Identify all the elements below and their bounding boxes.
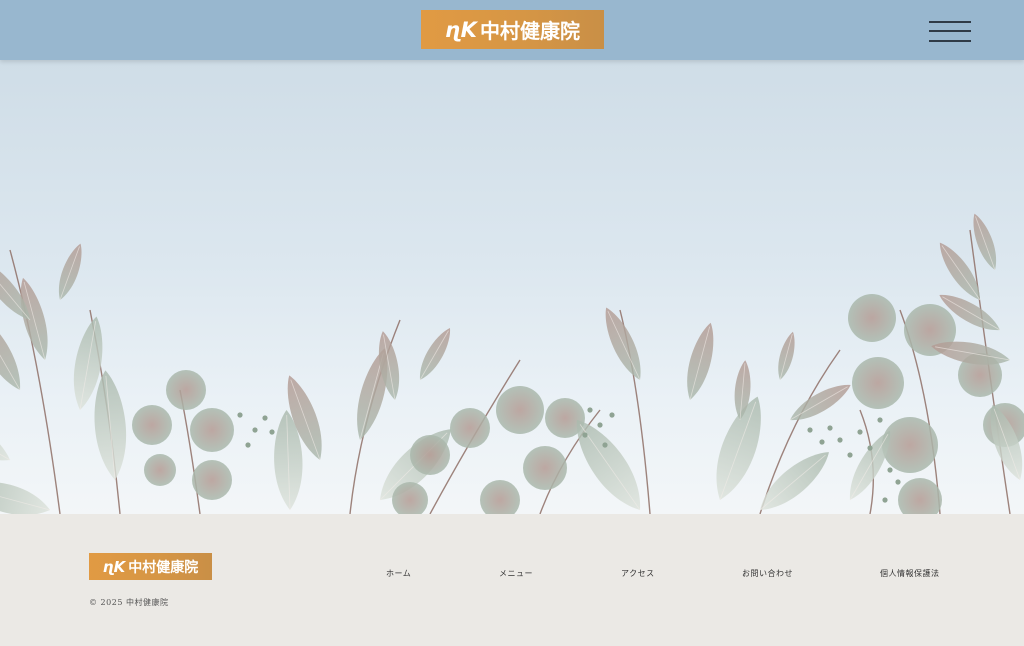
leaf-vein xyxy=(849,433,889,501)
leaf-vein xyxy=(759,454,826,511)
site-header: ɳK 中村健康院 xyxy=(0,0,1024,60)
hero-botanical-banner xyxy=(0,60,1024,514)
berry xyxy=(877,417,883,423)
berry xyxy=(587,407,593,413)
logo-mark-icon: ɳK xyxy=(445,17,477,42)
round-leaf xyxy=(144,454,176,486)
berry xyxy=(245,442,251,448)
hamburger-menu-button[interactable] xyxy=(926,16,974,46)
round-leaf xyxy=(166,370,206,410)
footer-logo[interactable]: ɳK 中村健康院 xyxy=(89,553,212,580)
leaf-vein xyxy=(579,424,641,511)
round-leaf xyxy=(450,408,490,448)
menu-line-icon xyxy=(929,21,971,23)
berry xyxy=(847,452,853,458)
botanical-leaves-illustration xyxy=(0,213,1024,514)
berry xyxy=(597,422,603,428)
berry xyxy=(252,427,258,433)
leaf xyxy=(760,452,829,510)
berry xyxy=(895,479,901,485)
berry xyxy=(882,497,888,503)
logo-text: 中村健康院 xyxy=(479,19,580,43)
round-leaf xyxy=(882,417,938,473)
berry xyxy=(819,439,825,445)
round-leaf xyxy=(132,405,172,445)
round-leaf xyxy=(192,460,232,500)
berry xyxy=(827,425,833,431)
leaf xyxy=(0,481,50,514)
round-leaf xyxy=(410,435,450,475)
round-leaf xyxy=(523,446,567,490)
berry xyxy=(867,445,873,451)
site-footer xyxy=(0,514,1024,646)
berry xyxy=(807,427,813,433)
berry xyxy=(269,429,275,435)
logo-mark-icon: ɳK xyxy=(102,557,126,576)
logo-text: 中村健康院 xyxy=(128,559,199,576)
round-leaf xyxy=(190,408,234,452)
berry xyxy=(857,429,863,435)
berry xyxy=(582,432,588,438)
leaf-vein xyxy=(941,245,981,301)
berry xyxy=(609,412,615,418)
berry xyxy=(602,442,608,448)
round-leaf xyxy=(480,480,520,514)
leaf-vein xyxy=(419,330,449,381)
round-leaf xyxy=(848,294,896,342)
round-leaf xyxy=(852,357,904,409)
footer-nav-home[interactable]: ホーム xyxy=(386,568,411,579)
leaf xyxy=(0,414,10,461)
footer-nav-privacy[interactable]: 個人情報保護法 xyxy=(880,568,940,579)
berry xyxy=(237,412,243,418)
round-leaf xyxy=(898,478,942,514)
copyright-text: © 2025 中村健康院 xyxy=(89,598,169,607)
berry xyxy=(887,467,893,473)
round-leaf xyxy=(496,386,544,434)
footer-nav-menu[interactable]: メニュー xyxy=(499,568,533,579)
menu-line-icon xyxy=(929,40,971,42)
footer-nav-contact[interactable]: お問い合わせ xyxy=(742,568,793,579)
footer-nav-access[interactable]: アクセス xyxy=(621,568,655,579)
menu-line-icon xyxy=(929,30,971,32)
header-logo[interactable]: ɳK 中村健康院 xyxy=(421,10,604,49)
berry xyxy=(837,437,843,443)
berry xyxy=(262,415,268,421)
leaf-vein xyxy=(789,386,848,421)
